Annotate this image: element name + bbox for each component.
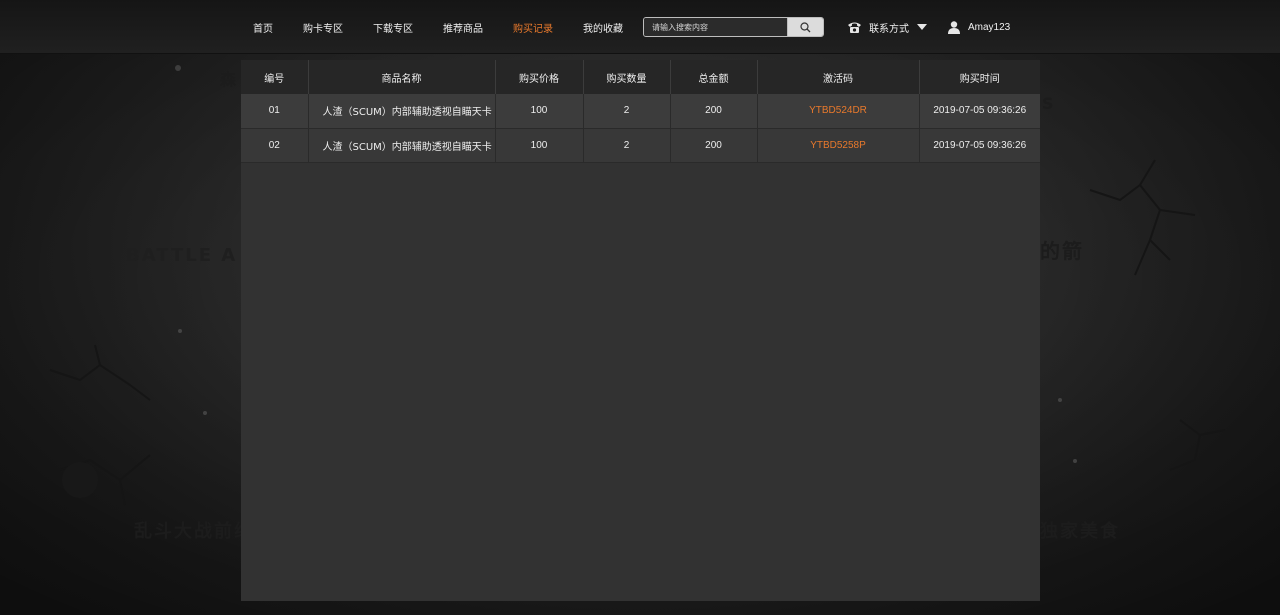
contact-dropdown[interactable]: 联系方式 bbox=[847, 17, 927, 37]
nav-item-favorites[interactable]: 我的收藏 bbox=[583, 20, 623, 35]
column-header-total: 总金额 bbox=[670, 60, 758, 94]
column-header-quantity: 购买数量 bbox=[583, 60, 671, 94]
cell-activation-code[interactable]: YTBD5258P bbox=[757, 128, 920, 163]
user-menu[interactable]: Amay123 bbox=[948, 17, 1010, 37]
search-box bbox=[643, 17, 824, 37]
bg-text-mid-right: 的箭 bbox=[1040, 239, 1084, 263]
bg-text-top-left: 森 bbox=[220, 70, 239, 89]
cell-quantity: 2 bbox=[583, 94, 671, 129]
cell-product-name[interactable]: 人渣（SCUM）内部辅助透视自瞄天卡 bbox=[308, 128, 496, 163]
purchase-table: 编号 商品名称 购买价格 购买数量 总金额 激活码 购买时间 01 人渣（SCU… bbox=[241, 60, 1040, 163]
nav-item-home[interactable]: 首页 bbox=[253, 20, 273, 35]
username: Amay123 bbox=[968, 21, 1011, 33]
nav-item-recommended[interactable]: 推荐商品 bbox=[443, 20, 483, 35]
search-button[interactable] bbox=[787, 18, 823, 36]
bg-text-top-right: S bbox=[1042, 94, 1056, 113]
cell-purchase-time: 2019-07-05 09:36:26 bbox=[919, 128, 1040, 163]
cell-price: 100 bbox=[495, 128, 584, 163]
cell-id: 02 bbox=[241, 128, 309, 163]
column-header-price: 购买价格 bbox=[495, 60, 584, 94]
table-row: 02 人渣（SCUM）内部辅助透视自瞄天卡 100 2 200 YTBD5258… bbox=[241, 128, 1040, 163]
bg-text-left: BATTLE A bbox=[126, 245, 238, 266]
table-row: 01 人渣（SCUM）内部辅助透视自瞄天卡 100 2 200 YTBD524D… bbox=[241, 94, 1040, 129]
column-header-product-name: 商品名称 bbox=[308, 60, 496, 94]
column-header-id: 编号 bbox=[241, 60, 309, 94]
search-input[interactable] bbox=[644, 18, 788, 36]
bg-text-bottom-right: 独家美食 bbox=[1040, 521, 1120, 542]
cell-quantity: 2 bbox=[583, 128, 671, 163]
cell-purchase-time: 2019-07-05 09:36:26 bbox=[919, 94, 1040, 129]
phone-icon bbox=[848, 22, 861, 33]
cell-total: 200 bbox=[670, 94, 758, 129]
cell-product-name[interactable]: 人渣（SCUM）内部辅助透视自瞄天卡 bbox=[308, 94, 496, 129]
column-header-activation-code: 激活码 bbox=[757, 60, 920, 94]
cell-price: 100 bbox=[495, 94, 584, 129]
column-header-purchase-time: 购买时间 bbox=[919, 60, 1040, 94]
bg-text-bottom-left: 乱斗大战前线 bbox=[134, 521, 254, 542]
cell-total: 200 bbox=[670, 128, 758, 163]
purchase-history-panel: 编号 商品名称 购买价格 购买数量 总金额 激活码 购买时间 01 人渣（SCU… bbox=[241, 60, 1040, 601]
caret-down-icon bbox=[917, 24, 927, 30]
nav-item-downloads[interactable]: 下载专区 bbox=[373, 20, 413, 35]
user-icon bbox=[948, 20, 960, 34]
top-navigation-bar: 首页 购卡专区 下载专区 推荐商品 购买记录 我的收藏 联系方式 bbox=[0, 0, 1280, 54]
search-icon bbox=[800, 21, 811, 32]
cell-id: 01 bbox=[241, 94, 309, 129]
main-nav: 首页 购卡专区 下载专区 推荐商品 购买记录 我的收藏 bbox=[253, 0, 653, 54]
cell-activation-code[interactable]: YTBD524DR bbox=[757, 94, 920, 129]
contact-label: 联系方式 bbox=[869, 23, 909, 35]
table-header-row: 编号 商品名称 购买价格 购买数量 总金额 激活码 购买时间 bbox=[241, 60, 1040, 94]
nav-item-purchase-history[interactable]: 购买记录 bbox=[513, 20, 553, 35]
nav-item-buy-cards[interactable]: 购卡专区 bbox=[303, 20, 343, 35]
